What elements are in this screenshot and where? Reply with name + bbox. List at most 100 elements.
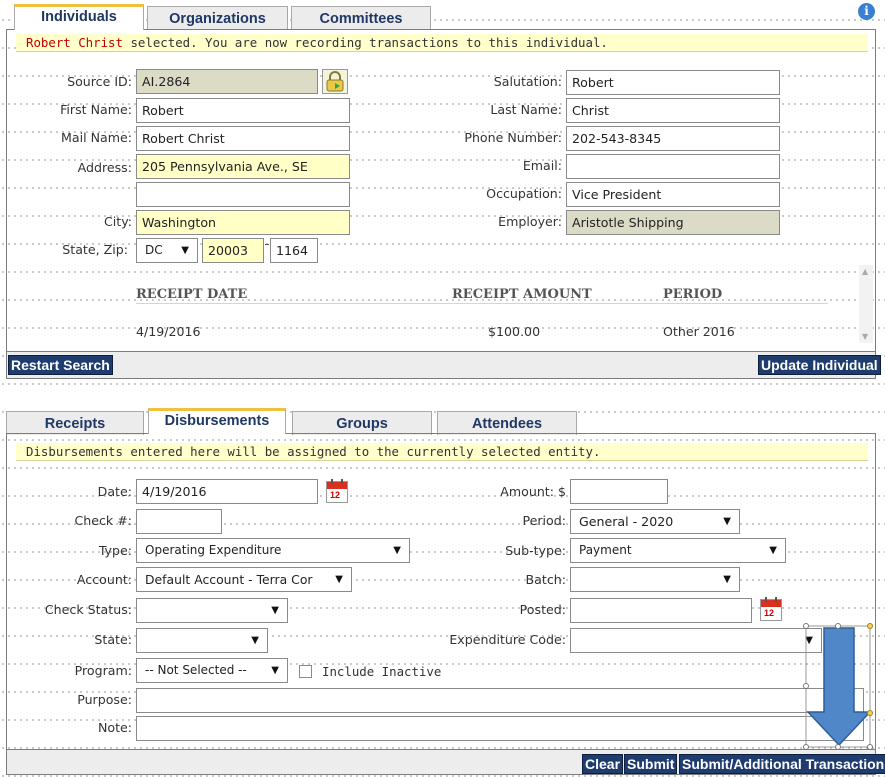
- tab-committees[interactable]: Committees: [291, 6, 431, 30]
- update-individual-button[interactable]: Update Individual: [758, 355, 881, 375]
- mail-name-field[interactable]: Robert Christ: [136, 126, 350, 151]
- program-value: -- Not Selected --: [145, 663, 247, 677]
- batch-label: Batch:: [525, 572, 566, 587]
- address-line2-field[interactable]: [136, 182, 350, 207]
- zip4-field[interactable]: 1164: [270, 238, 318, 263]
- employer-field[interactable]: Aristotle Shipping: [566, 210, 780, 235]
- info-circle-icon[interactable]: i: [858, 3, 875, 20]
- source-id-field[interactable]: AI.2864: [136, 69, 318, 94]
- city-label: City:: [103, 214, 132, 229]
- email-label: Email:: [522, 158, 562, 173]
- occupation-field[interactable]: Vice President: [566, 182, 780, 207]
- last-name-label: Last Name:: [490, 102, 562, 117]
- col-header-period[interactable]: PERIOD: [663, 287, 722, 302]
- check-status-select[interactable]: ▼: [136, 598, 288, 623]
- posted-label: Posted:: [519, 602, 566, 617]
- restart-search-button[interactable]: Restart Search: [8, 355, 113, 375]
- salutation-label: Salutation:: [493, 74, 562, 89]
- chevron-down-icon: ▼: [723, 516, 731, 527]
- batch-select[interactable]: ▼: [570, 567, 740, 592]
- table-header-divider: [136, 303, 828, 304]
- posted-calendar-icon[interactable]: 12: [760, 597, 782, 621]
- calendar-icon[interactable]: 12: [326, 479, 348, 503]
- selection-message: selected. You are now recording transact…: [122, 35, 608, 50]
- col-header-receipt-date[interactable]: RECEIPT DATE: [136, 287, 247, 302]
- state-value: DC: [145, 243, 163, 257]
- address-line1-field[interactable]: 205 Pennsylvania Ave., SE: [136, 154, 350, 179]
- city-field[interactable]: Washington: [136, 210, 350, 235]
- expenditure-code-label: Expenditure Code:: [449, 632, 566, 647]
- period-value: General - 2020: [579, 514, 674, 529]
- include-inactive-checkbox[interactable]: [299, 665, 312, 678]
- lock-icon[interactable]: [322, 69, 348, 94]
- posted-field[interactable]: [570, 598, 752, 623]
- tab-attendees[interactable]: Attendees: [437, 411, 577, 435]
- zip-field[interactable]: 20003: [202, 238, 264, 263]
- table-row-date[interactable]: 4/19/2016: [136, 324, 201, 339]
- source-id-label: Source ID:: [67, 74, 132, 89]
- salutation-field[interactable]: Robert: [566, 70, 780, 95]
- zip-separator: [265, 244, 269, 245]
- chevron-down-icon: ▼: [271, 605, 279, 616]
- last-name-field[interactable]: Christ: [566, 98, 780, 123]
- note-field[interactable]: [136, 716, 864, 741]
- program-select[interactable]: -- Not Selected -- ▼: [136, 658, 288, 683]
- subtype-value: Payment: [579, 543, 632, 557]
- first-name-label: First Name:: [60, 102, 132, 117]
- phone-label: Phone Number:: [464, 130, 562, 145]
- program-label: Program:: [74, 663, 132, 678]
- phone-field[interactable]: 202-543-8345: [566, 126, 780, 151]
- chevron-down-icon: ▼: [393, 545, 401, 556]
- mail-name-label: Mail Name:: [61, 130, 132, 145]
- occupation-label: Occupation:: [486, 186, 562, 201]
- note-label: Note:: [97, 720, 132, 735]
- amount-label: Amount: $: [500, 484, 566, 499]
- check-number-label: Check #:: [74, 513, 132, 528]
- down-arrow-icon[interactable]: [803, 623, 876, 750]
- check-number-field[interactable]: [136, 509, 222, 534]
- account-label: Account:: [76, 572, 132, 587]
- date-label: Date:: [97, 484, 132, 499]
- subtype-select[interactable]: Payment ▼: [570, 538, 786, 563]
- scroll-down-icon[interactable]: ▼: [862, 332, 868, 341]
- disbursement-state-select[interactable]: ▼: [136, 628, 268, 653]
- tab-receipts[interactable]: Receipts: [6, 411, 144, 435]
- state-label: State:: [94, 632, 132, 647]
- table-row-period[interactable]: Other 2016: [663, 324, 735, 339]
- date-field[interactable]: 4/19/2016: [136, 479, 318, 504]
- chevron-down-icon: ▼: [251, 635, 259, 646]
- tab-individuals[interactable]: Individuals: [14, 4, 144, 30]
- first-name-field[interactable]: Robert: [136, 98, 350, 123]
- tab-organizations[interactable]: Organizations: [147, 6, 288, 30]
- amount-field[interactable]: [570, 479, 668, 504]
- submit-additional-button[interactable]: Submit/Additional Transaction: [679, 754, 885, 774]
- table-row-amount[interactable]: $100.00: [488, 324, 540, 339]
- col-header-receipt-amount[interactable]: RECEIPT AMOUNT: [452, 287, 592, 302]
- chevron-down-icon: ▼: [769, 545, 777, 556]
- employer-label: Employer:: [498, 214, 562, 229]
- clear-button[interactable]: Clear: [582, 754, 624, 774]
- expenditure-code-select[interactable]: ▼: [570, 628, 822, 653]
- purpose-field[interactable]: [136, 688, 864, 713]
- state-select[interactable]: DC ▼: [136, 238, 198, 263]
- chevron-down-icon: ▼: [723, 574, 731, 585]
- include-inactive-label: Include Inactive: [322, 664, 442, 679]
- selection-banner: Robert Christ selected. You are now reco…: [16, 34, 868, 52]
- purpose-label: Purpose:: [77, 692, 132, 707]
- individual-action-bar: [6, 351, 876, 379]
- table-scrollbar[interactable]: ▲ ▼: [859, 265, 873, 343]
- type-select[interactable]: Operating Expenditure ▼: [136, 538, 410, 563]
- submit-button[interactable]: Submit: [624, 754, 678, 774]
- account-value: Default Account - Terra Cor: [145, 572, 313, 587]
- type-value: Operating Expenditure: [145, 543, 282, 557]
- tab-disbursements[interactable]: Disbursements: [148, 408, 286, 434]
- chevron-down-icon: ▼: [271, 665, 279, 676]
- type-label: Type:: [98, 543, 132, 558]
- email-field[interactable]: [566, 154, 780, 179]
- tab-groups[interactable]: Groups: [292, 411, 432, 435]
- scroll-up-icon[interactable]: ▲: [862, 267, 868, 276]
- subtype-label: Sub-type:: [505, 543, 566, 558]
- account-select[interactable]: Default Account - Terra Cor ▼: [136, 567, 352, 592]
- address-label: Address:: [77, 160, 132, 175]
- period-select[interactable]: General - 2020 ▼: [570, 509, 740, 534]
